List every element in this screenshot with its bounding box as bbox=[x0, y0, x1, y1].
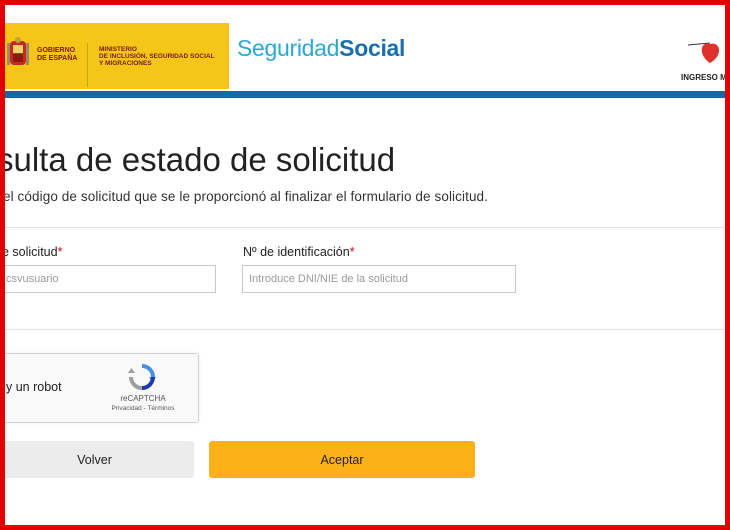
page-frame: GOBIERNO DE ESPAÑA MINISTERIO DE INCLUSI… bbox=[5, 5, 725, 525]
government-name: GOBIERNO DE ESPAÑA bbox=[37, 47, 77, 63]
page-title: sulta de estado de solicitud bbox=[5, 141, 396, 178]
logo-text-light: Seguridad bbox=[237, 35, 340, 61]
required-marker: * bbox=[57, 245, 63, 259]
header-blue-bar bbox=[5, 91, 725, 98]
ministry-line-2: DE INCLUSIÓN, SEGURIDAD SOCIAL bbox=[99, 53, 215, 60]
recaptcha-icon bbox=[128, 364, 156, 390]
seguridad-social-logo[interactable]: SeguridadSocial bbox=[237, 35, 405, 62]
id-number-label-text: Nº de identificación bbox=[243, 245, 350, 259]
ministry-name: MINISTERIO DE INCLUSIÓN, SEGURIDAD SOCIA… bbox=[99, 46, 229, 67]
divider-bottom bbox=[5, 329, 725, 330]
divider-top bbox=[5, 227, 725, 228]
recaptcha-widget[interactable]: y un robot reCAPTCHA Privacidad - Términ… bbox=[5, 353, 199, 423]
gov-line-1: GOBIERNO bbox=[37, 47, 76, 54]
logo-divider bbox=[87, 43, 88, 87]
gov-line-2: DE ESPAÑA bbox=[37, 55, 78, 62]
id-number-input[interactable] bbox=[242, 265, 516, 293]
government-logo-block: GOBIERNO DE ESPAÑA MINISTERIO DE INCLUSI… bbox=[5, 23, 229, 89]
required-marker: * bbox=[349, 245, 355, 259]
accept-button[interactable]: Aceptar bbox=[209, 441, 475, 478]
ministry-line-1: MINISTERIO bbox=[99, 46, 137, 53]
ministry-line-3: Y MIGRACIONES bbox=[99, 60, 152, 67]
page-subtitle: el código de solicitud que se le proporc… bbox=[5, 189, 489, 204]
recaptcha-links[interactable]: Privacidad - Términos bbox=[100, 405, 186, 412]
coat-of-arms-icon bbox=[7, 37, 29, 65]
request-code-input[interactable] bbox=[5, 265, 216, 293]
request-code-label-text: e solicitud bbox=[5, 245, 58, 259]
logo-text-bold: Social bbox=[339, 35, 406, 61]
imv-logo-label[interactable]: INGRESO M bbox=[681, 73, 725, 82]
request-code-label: e solicitud* bbox=[5, 245, 62, 259]
recaptcha-label[interactable]: y un robot bbox=[6, 380, 62, 394]
recaptcha-brand: reCAPTCHA bbox=[120, 394, 166, 403]
back-button[interactable]: Volver bbox=[5, 441, 194, 478]
id-number-label: Nº de identificación* bbox=[243, 245, 355, 259]
